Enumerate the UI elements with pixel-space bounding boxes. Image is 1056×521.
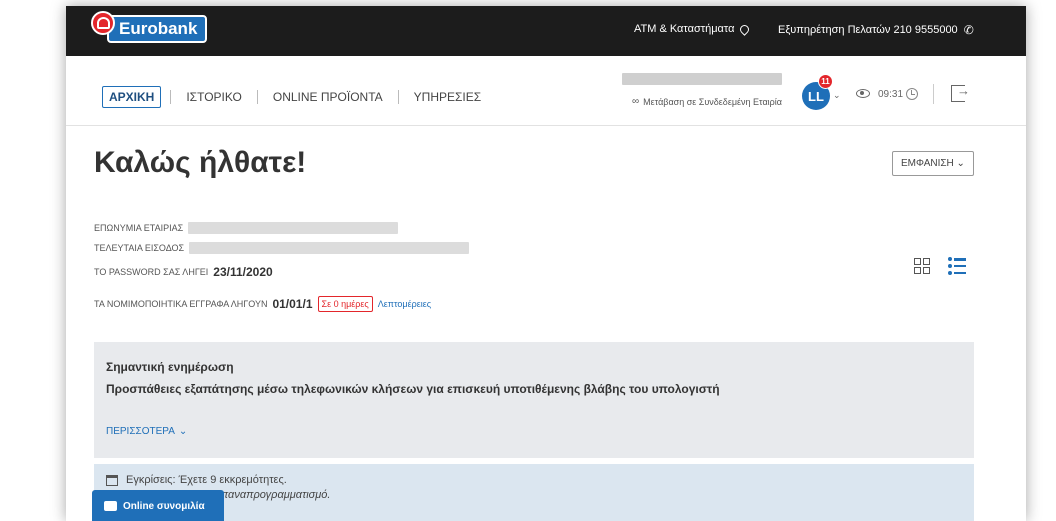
tab-services[interactable]: ΥΠΗΡΕΣΙΕΣ [408, 87, 488, 107]
online-chat-button[interactable]: Online συνομιλία [92, 490, 224, 521]
nav-divider [933, 84, 934, 104]
tab-history[interactable]: ΙΣΤΟΡΙΚΟ [180, 87, 248, 107]
calendar-icon [106, 474, 118, 486]
browser-frame: Eurobank ATM & Καταστήματα Εξυπηρέτηση Π… [66, 6, 1026, 521]
company-switch-link[interactable]: ∞ Μετάβαση σε Συνδεδεμένη Εταιρία [602, 96, 782, 107]
password-expiry-label: ΤΟ PASSWORD ΣΑΣ ΛΗΓΕΙ [94, 267, 209, 277]
chevron-down-icon[interactable]: ⌄ [833, 90, 841, 101]
nav-divider [397, 90, 399, 104]
company-switch-label: Μετάβαση σε Συνδεδεμένη Εταιρία [643, 96, 782, 107]
important-notice: Σημαντική ενημέρωση Προσπάθειες εξαπάτησ… [94, 342, 974, 458]
phone-icon: ✆ [963, 23, 974, 37]
chevron-down-icon: ⌄ [178, 426, 188, 437]
pending-approvals-text[interactable]: Εγκρίσεις: Έχετε 9 εκκρεμότητες. [126, 474, 287, 486]
view-mode-button[interactable]: ΕΜΦΑΝΙΣΗ ⌄ [892, 151, 974, 176]
company-name-row: ΕΠΩΝΥΜΙΑ ΕΤΑΙΡΙΑΣ [94, 222, 399, 234]
documents-expiry-row: ΤΑ ΝΟΜΙΜΟΠΟΙΗΤΙΚΑ ΕΓΓΡΑΦΑ ΛΗΓΟΥΝ 01/01/1… [94, 296, 431, 312]
pending-reschedule-text: επαναπρογραμματισμό. [216, 489, 331, 501]
password-expiry-row: ΤΟ PASSWORD ΣΑΣ ΛΗΓΕΙ 23/11/2020 [94, 265, 273, 279]
company-name-label: ΕΠΩΝΥΜΙΑ ΕΤΑΙΡΙΑΣ [94, 223, 184, 233]
documents-expiry-value: 01/01/1 [272, 297, 313, 311]
company-name-redacted [622, 73, 782, 85]
chevron-down-icon: ⌄ [956, 158, 965, 169]
pending-reschedule-line: επαναπρογραμματισμό. [106, 489, 962, 501]
pending-approvals-line: Εγκρίσεις: Έχετε 9 εκκρεμότητες. [106, 474, 962, 486]
main-navigation: ΑΡΧΙΚΗ ΙΣΤΟΡΙΚΟ ONLINE ΠΡΟΪΟΝΤΑ ΥΠΗΡΕΣΙΕ… [66, 56, 1026, 126]
session-timer: 09:31 [878, 88, 919, 100]
company-selector[interactable]: ∞ Μετάβαση σε Συνδεδεμένη Εταιρία [602, 72, 782, 107]
clock-icon[interactable] [906, 88, 919, 100]
company-name-value [188, 222, 399, 234]
notice-text: Προσπάθειες εξαπάτησης μέσω τηλεφωνικών … [106, 382, 720, 396]
customer-support-label: Εξυπηρέτηση Πελατών 210 9555000 [778, 24, 958, 36]
top-bar: Eurobank ATM & Καταστήματα Εξυπηρέτηση Π… [66, 6, 1026, 56]
last-login-label: ΤΕΛΕΥΤΑΙΑ ΕΙΣΟΔΟΣ [94, 243, 185, 253]
session-time: 09:31 [878, 88, 904, 100]
logo-mark-icon [91, 11, 115, 35]
days-remaining-badge: Σε 0 ημέρες [317, 296, 373, 312]
nav-tabs: ΑΡΧΙΚΗ ΙΣΤΟΡΙΚΟ ONLINE ΠΡΟΪΟΝΤΑ ΥΠΗΡΕΣΙΕ… [102, 86, 487, 108]
tab-home[interactable]: ΑΡΧΙΚΗ [102, 86, 162, 108]
link-icon: ∞ [632, 96, 640, 107]
notification-badge[interactable]: 11 [818, 74, 833, 89]
grid-view-icon[interactable] [914, 258, 930, 274]
eurobank-logo[interactable]: Eurobank [91, 11, 208, 46]
nav-divider [170, 90, 172, 104]
documents-expiry-label: ΤΑ ΝΟΜΙΜΟΠΟΙΗΤΙΚΑ ΕΓΓΡΑΦΑ ΛΗΓΟΥΝ [94, 299, 268, 309]
details-link[interactable]: Λεπτομέρειες [378, 299, 431, 309]
online-chat-label: Online συνομιλία [123, 500, 205, 512]
last-login-row: ΤΕΛΕΥΤΑΙΑ ΕΙΣΟΔΟΣ [94, 242, 470, 254]
last-login-value [189, 242, 470, 254]
page-title: Καλώς ήλθατε! [94, 146, 307, 179]
atm-stores-label: ATM & Καταστήματα [634, 23, 735, 35]
eye-icon[interactable] [856, 89, 870, 98]
pending-approvals-panel: Εγκρίσεις: Έχετε 9 εκκρεμότητες. επαναπρ… [94, 464, 974, 521]
more-label: ΠΕΡΙΣΣΟΤΕΡΑ [106, 426, 175, 437]
nav-divider [256, 90, 258, 104]
location-pin-icon [738, 22, 752, 36]
atm-stores-link[interactable]: ATM & Καταστήματα [634, 22, 752, 36]
notice-title: Σημαντική ενημέρωση [106, 360, 234, 374]
tab-online-products[interactable]: ONLINE ΠΡΟΪΟΝΤΑ [267, 87, 389, 107]
list-view-icon[interactable] [948, 257, 966, 274]
logo-text: Eurobank [107, 15, 208, 43]
chat-bubble-icon [104, 501, 117, 511]
view-mode-label: ΕΜΦΑΝΙΣΗ [901, 158, 954, 169]
customer-support-link[interactable]: Εξυπηρέτηση Πελατών 210 9555000 ✆ [778, 23, 974, 37]
more-link[interactable]: ΠΕΡΙΣΣΟΤΕΡΑ ⌄ [106, 426, 962, 437]
password-expiry-value: 23/11/2020 [213, 265, 273, 279]
logout-icon[interactable] [951, 83, 970, 102]
